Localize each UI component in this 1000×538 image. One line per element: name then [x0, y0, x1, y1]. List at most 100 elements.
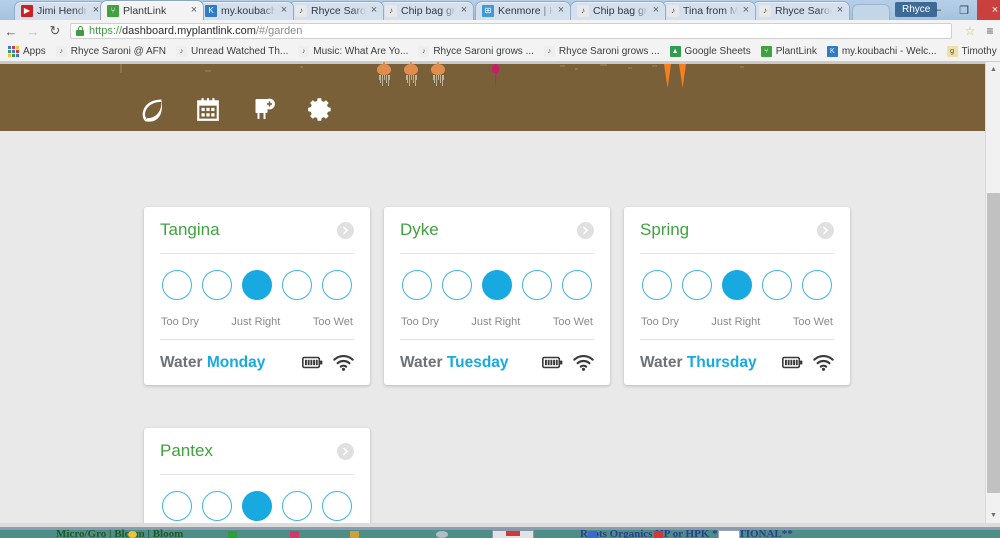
water-schedule-row: Water Monday: [160, 339, 354, 385]
tab-close-icon[interactable]: ×: [650, 5, 662, 17]
tab-title: PlantLink: [123, 4, 167, 17]
plantlink-icon: ⑂: [760, 46, 772, 57]
tab-close-icon[interactable]: ×: [458, 5, 470, 17]
plant-card-slot: Tangina Too Dry Just Right Too Wet Water Mon…: [144, 207, 384, 428]
scrollbar-thumb[interactable]: [987, 193, 1000, 493]
bookmark-item[interactable]: ♪ Unread Watched Th...: [171, 44, 293, 60]
bookmark-item[interactable]: ♪ Rhyce Saroni grows ...: [539, 44, 665, 60]
forum-icon: ♪: [577, 5, 589, 17]
tab-title: my.koubachi: [221, 5, 276, 17]
browser-tab[interactable]: Kmy.koubachi ×: [198, 1, 294, 20]
forum-icon: ♪: [759, 5, 771, 17]
nav-gear-icon[interactable]: [292, 88, 348, 131]
moisture-label-wet: Too Wet: [552, 316, 593, 328]
bookmark-item[interactable]: Apps: [3, 44, 51, 60]
nav-leaf-icon[interactable]: [124, 88, 180, 131]
tab-close-icon[interactable]: ×: [555, 5, 567, 17]
tab-strip: ▶Jimi Hendrix -×⑂PlantLink×Kmy.koubachi×…: [0, 0, 1000, 21]
reload-button[interactable]: ↻: [44, 20, 66, 42]
star-icon[interactable]: ☆: [960, 20, 980, 42]
bookmark-item[interactable]: ♪ Rhyce Saroni grows ...: [413, 44, 539, 60]
bg-decor: [290, 531, 299, 538]
moisture-dot: [282, 270, 312, 300]
koubachi-icon: K: [826, 46, 838, 57]
quote-icon: g: [946, 46, 958, 57]
bookmark-item[interactable]: ▲ Google Sheets: [665, 44, 756, 60]
plant-card-slot: Spring Too Dry Just Right Too Wet Water Thur…: [624, 207, 864, 428]
water-schedule-text: Water Monday: [160, 354, 302, 372]
scroll-down-arrow[interactable]: ▼: [986, 508, 1000, 523]
scroll-up-arrow[interactable]: ▲: [986, 62, 1000, 77]
plant-card[interactable]: PantexToo DryJust RightToo WetWater Toda…: [144, 428, 370, 523]
tab-close-icon[interactable]: ×: [188, 4, 200, 17]
plant-card[interactable]: Dyke Too Dry Just Right Too Wet Water Tuesda…: [384, 207, 610, 385]
bookmark-item[interactable]: ⑂ PlantLink: [756, 44, 822, 60]
restore-button[interactable]: ❐: [951, 0, 977, 20]
bg-decor: [228, 531, 237, 538]
address-bar[interactable]: https://dashboard.myplantlink.com/#/gard…: [70, 23, 952, 39]
menu-icon[interactable]: ≡: [980, 20, 1000, 42]
forum-icon: ♪: [295, 5, 307, 17]
water-schedule-text: Water Thursday: [640, 354, 782, 372]
new-tab-button[interactable]: [852, 4, 890, 21]
browser-tab[interactable]: ♪ Rhyce Saroni×: [288, 1, 384, 20]
chevron-right-icon[interactable]: [337, 221, 354, 239]
soil-speck: [740, 66, 744, 68]
plant-card-header: Pantex: [160, 428, 354, 475]
forum-icon: ♪: [175, 46, 187, 57]
close-button[interactable]: ×: [977, 0, 1000, 20]
plant-card-header: Tangina: [160, 207, 354, 254]
forum-icon: ♪: [55, 46, 67, 57]
forward-button[interactable]: →: [22, 20, 44, 42]
moisture-label-dry: Too Dry: [641, 316, 679, 328]
tab-title: Chip bag grow: [401, 5, 456, 17]
bookmark-label: Google Sheets: [684, 46, 751, 57]
minimize-button[interactable]: –: [925, 0, 951, 20]
bookmark-label: Timothy Leary Quot...: [961, 46, 1000, 57]
water-schedule-row: Water Tuesday: [400, 339, 594, 385]
bookmark-label: Music: What Are Yo...: [313, 46, 409, 57]
tab-close-icon[interactable]: ×: [740, 5, 752, 17]
bookmark-item[interactable]: ♪ Rhyce Saroni @ AFN: [51, 44, 171, 60]
page-scrollbar[interactable]: ▲ ▼: [985, 62, 1000, 523]
bookmark-item[interactable]: Kmy.koubachi - Welc...: [822, 44, 942, 60]
tab-close-icon[interactable]: ×: [834, 5, 846, 17]
browser-tab[interactable]: ▶Jimi Hendrix -×: [14, 1, 106, 20]
nav-calendar-icon[interactable]: [180, 88, 236, 131]
soil-speck: [628, 67, 632, 69]
bookmark-item[interactable]: ♪ Music: What Are Yo...: [293, 44, 413, 60]
moisture-scale: [640, 254, 834, 316]
bg-decor: [128, 531, 137, 538]
browser-tab[interactable]: ♪ Tina from Ma×: [660, 1, 756, 20]
bg-decor: [506, 531, 520, 536]
apps-grid-icon: [8, 46, 19, 57]
plant-card[interactable]: Tangina Too Dry Just Right Too Wet Water Mon…: [144, 207, 370, 385]
browser-tab[interactable]: ⊞ Kenmore | Ha×: [475, 1, 571, 20]
browser-tab[interactable]: ♪ Chip bag grow×: [570, 1, 666, 20]
browser-tab[interactable]: ♪ Rhyce Saroni×: [752, 1, 850, 20]
browser-tab[interactable]: ⑂ PlantLink ×: [100, 0, 204, 20]
background-window[interactable]: Micro/Gro | Bloom | Bloom Roots Organics…: [0, 527, 1000, 538]
chevron-right-icon[interactable]: [577, 221, 594, 239]
sensor-status-icons: [302, 354, 354, 371]
back-button[interactable]: ←: [0, 20, 22, 42]
google-sheets-icon: ▲: [669, 46, 681, 57]
water-day: Tuesday: [446, 353, 509, 371]
chevron-right-icon[interactable]: [337, 442, 354, 460]
background-right-text: Roots Organics HP or HPK **OPTIONAL**: [580, 528, 793, 538]
url-host: dashboard.myplantlink.com: [122, 25, 256, 37]
bookmark-item[interactable]: gTimothy Leary Quot...: [942, 44, 1000, 60]
browser-toolbar: ← → ↻ https://dashboard.myplantlink.com/…: [0, 20, 1000, 43]
bg-decor: [436, 531, 448, 538]
plant-card[interactable]: Spring Too Dry Just Right Too Wet Water Thur…: [624, 207, 850, 385]
moisture-dot: [442, 270, 472, 300]
forum-icon: ♪: [667, 5, 679, 17]
nav-add-sensor-icon[interactable]: [236, 88, 292, 131]
tab-close-icon[interactable]: ×: [368, 5, 380, 17]
water-prefix: Water: [640, 353, 683, 371]
browser-tab[interactable]: ♪ Chip bag grow×: [378, 1, 474, 20]
water-schedule-row: Water Thursday: [640, 339, 834, 385]
chevron-right-icon[interactable]: [817, 221, 834, 239]
tab-close-icon[interactable]: ×: [278, 5, 290, 17]
water-prefix: Water: [160, 353, 203, 371]
